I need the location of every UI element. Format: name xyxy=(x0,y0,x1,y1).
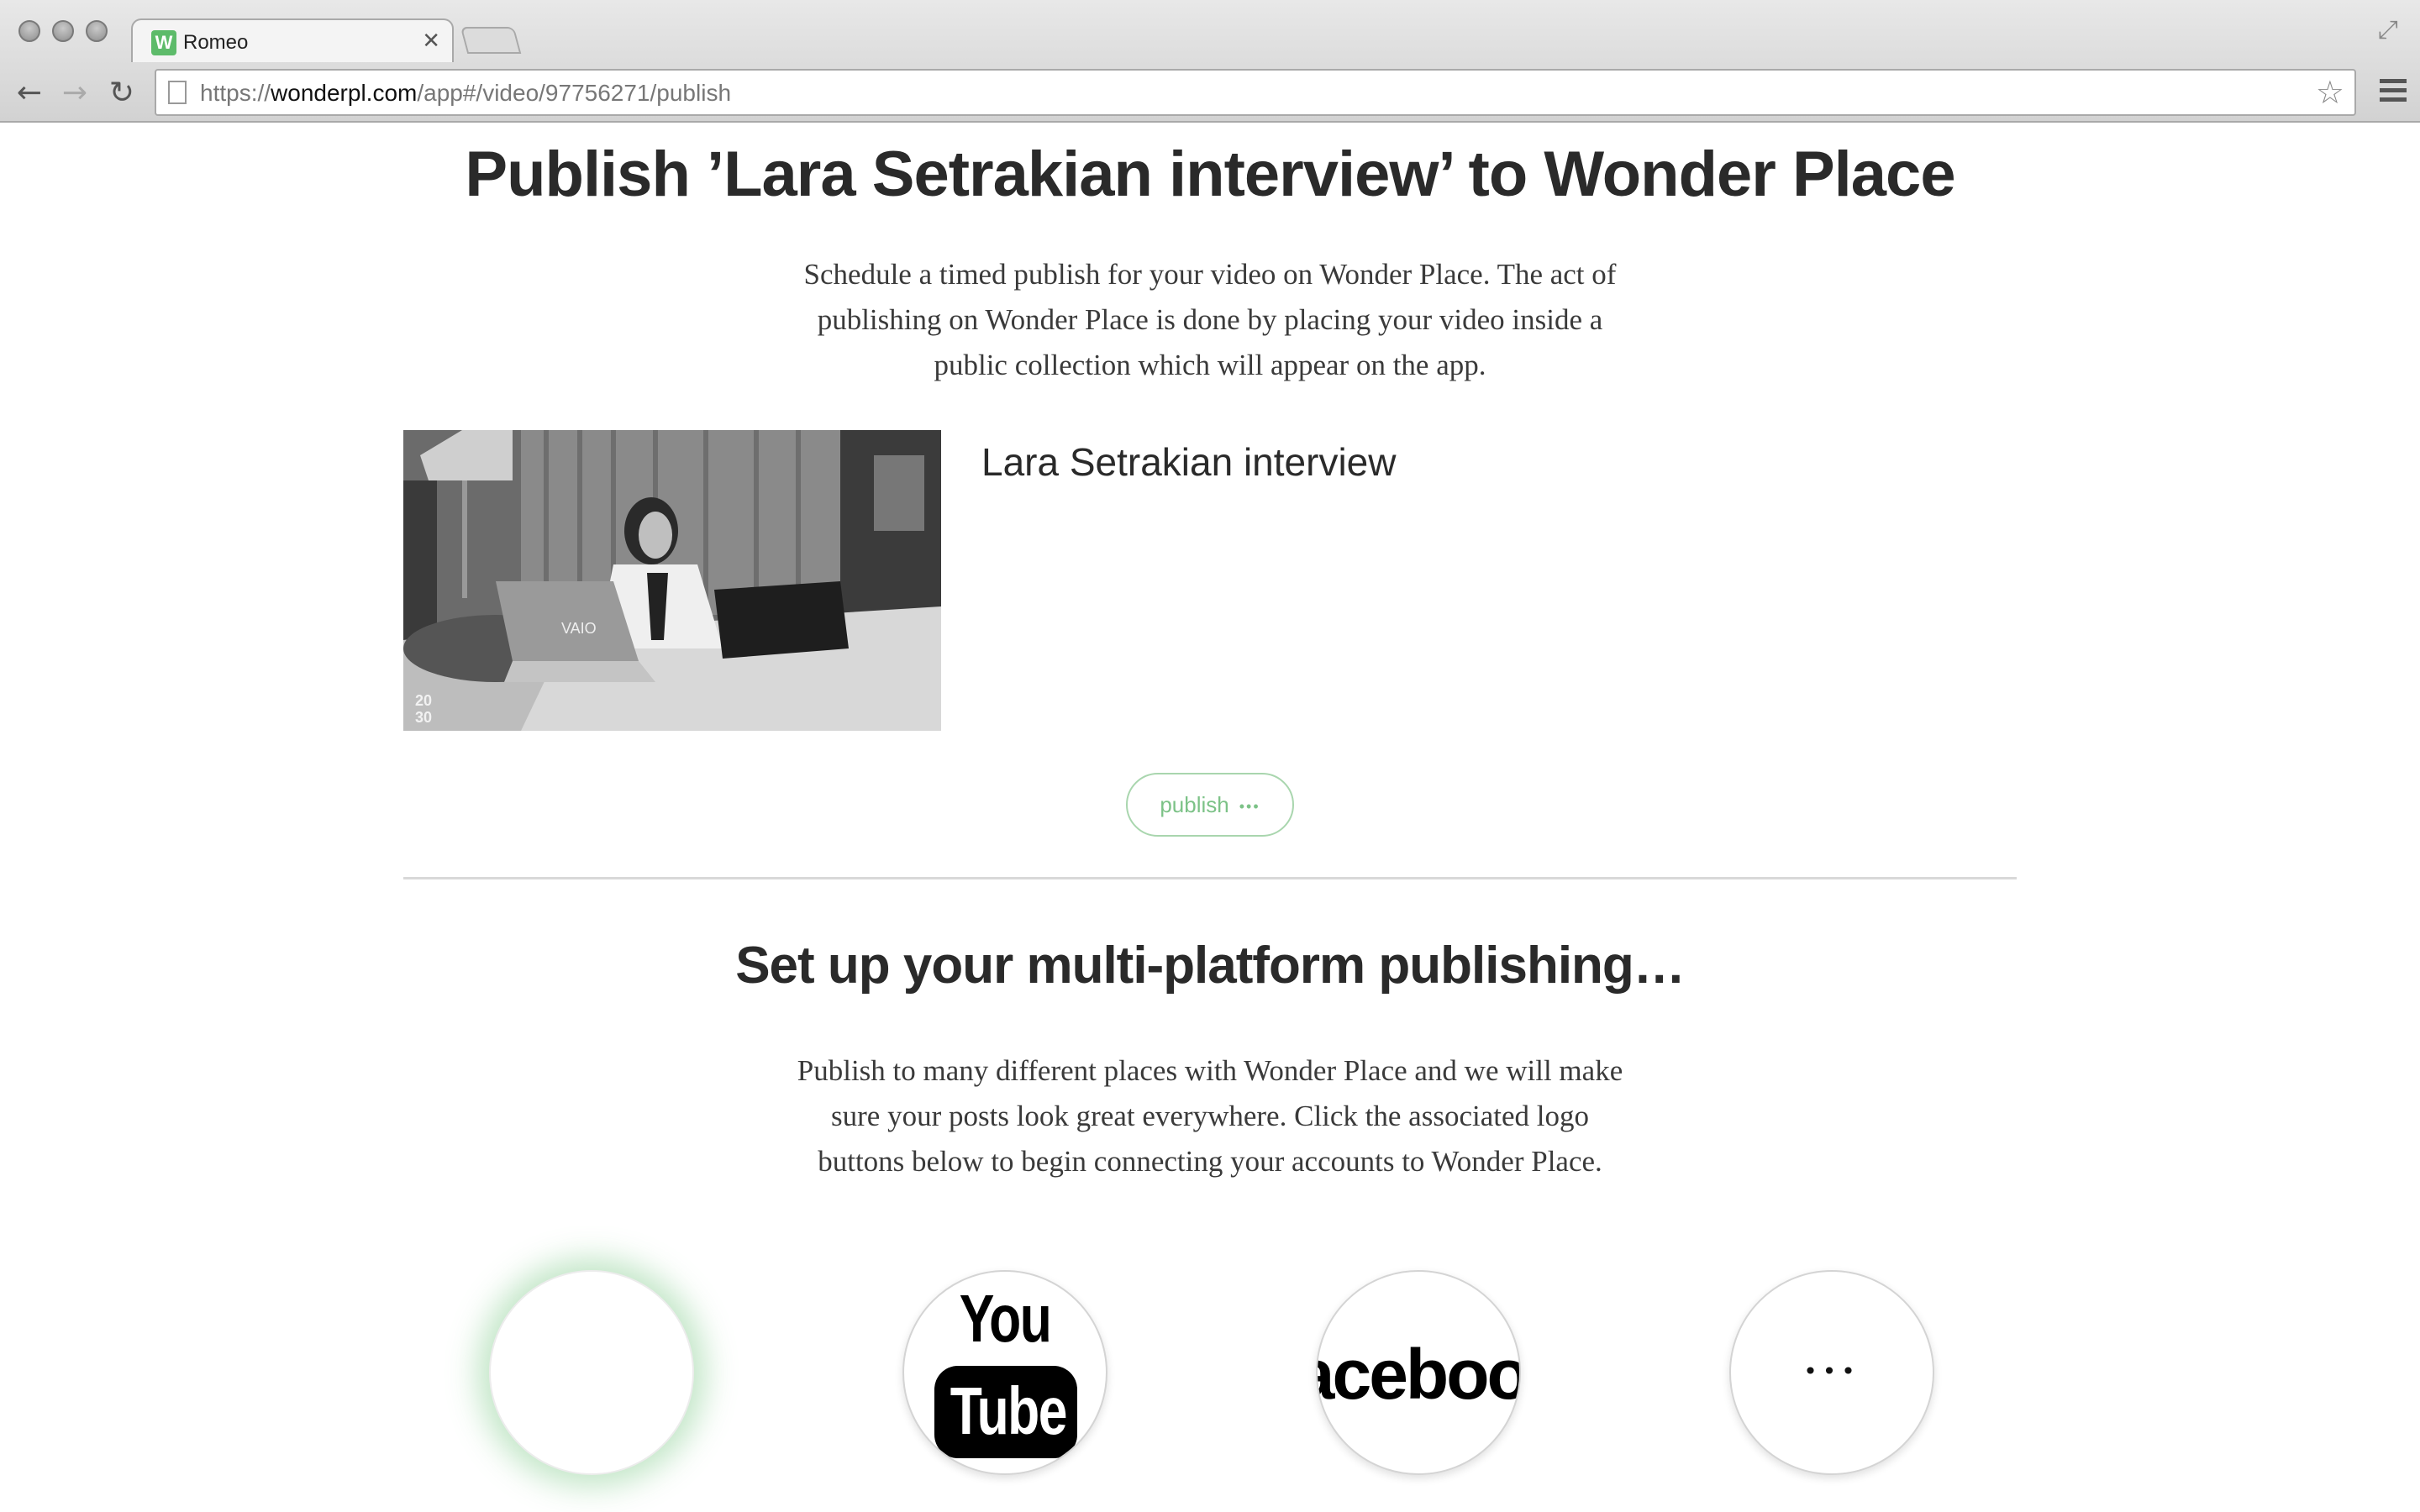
more-dots-icon: ••• xyxy=(1239,798,1260,816)
new-tab-button[interactable] xyxy=(460,27,522,54)
more-platforms-button[interactable]: ••• xyxy=(1729,1270,1934,1475)
publish-button-label: publish xyxy=(1160,792,1229,817)
video-title: Lara Setrakian interview xyxy=(981,440,1397,484)
window-minimize-button[interactable] xyxy=(52,20,74,42)
bookmark-star-icon[interactable]: ☆ xyxy=(2316,74,2344,111)
hamburger-menu-icon[interactable] xyxy=(2380,79,2407,104)
page-icon xyxy=(168,81,187,104)
youtube-logo-box: Tube xyxy=(934,1366,1077,1458)
youtube-logo-top: You xyxy=(959,1281,1052,1356)
tab-favicon: W xyxy=(151,30,176,55)
more-dots-icon: ••• xyxy=(1803,1357,1860,1385)
section-divider xyxy=(403,877,2017,879)
publish-button[interactable]: publish ••• xyxy=(1126,773,1294,837)
url-prefix: https:// xyxy=(200,80,271,106)
browser-toolbar: ← → ↻ https://wonderpl.com/app#/video/97… xyxy=(0,64,2420,123)
publish-description: Schedule a timed publish for your video … xyxy=(803,258,1617,381)
back-arrow-icon[interactable]: ← xyxy=(8,72,50,114)
svg-text:VAIO: VAIO xyxy=(561,620,597,637)
url-text[interactable]: https://wonderpl.com/app#/video/97756271… xyxy=(200,79,731,108)
youtube-platform-button[interactable]: You Tube xyxy=(902,1270,1107,1475)
svg-text:30: 30 xyxy=(415,709,432,726)
facebook-platform-button[interactable]: acebool xyxy=(1316,1270,1521,1475)
multiplatform-description: Publish to many different places with Wo… xyxy=(797,1054,1623,1178)
publish-heading: Publish ’Lara Setrakian interview’ to Wo… xyxy=(465,139,1955,210)
multiplatform-heading: Set up your multi-platform publishing… xyxy=(735,937,1686,995)
wonder-place-platform-button[interactable] xyxy=(489,1270,694,1475)
window-close-button[interactable] xyxy=(18,20,40,42)
video-thumbnail[interactable]: VAIO 20 30 xyxy=(403,430,941,731)
youtube-logo-bottom: Tube xyxy=(950,1373,1068,1448)
facebook-logo: acebool xyxy=(1318,1335,1519,1414)
tab-title: Romeo xyxy=(183,31,249,54)
fullscreen-icon[interactable]: ⤢ xyxy=(2378,15,2398,45)
video-thumbnail-image: VAIO 20 30 xyxy=(403,430,941,731)
window-zoom-button[interactable] xyxy=(86,20,108,42)
page-content: Publish ’Lara Setrakian interview’ to Wo… xyxy=(0,124,2420,1512)
browser-tab-active[interactable]: W Romeo ✕ xyxy=(131,18,454,62)
url-path: /app#/video/97756271/publish xyxy=(417,80,732,106)
address-bar[interactable]: https://wonderpl.com/app#/video/97756271… xyxy=(155,69,2356,116)
thumbnail-mark: 20 xyxy=(415,692,432,709)
url-host: wonderpl.com xyxy=(271,80,418,106)
close-icon[interactable]: ✕ xyxy=(422,29,440,54)
browser-chrome: W Romeo ✕ ⤢ ← → ↻ https://wonderpl.com/a… xyxy=(0,0,2420,123)
reload-icon[interactable]: ↻ xyxy=(101,72,143,114)
forward-arrow-icon[interactable]: → xyxy=(54,72,96,114)
